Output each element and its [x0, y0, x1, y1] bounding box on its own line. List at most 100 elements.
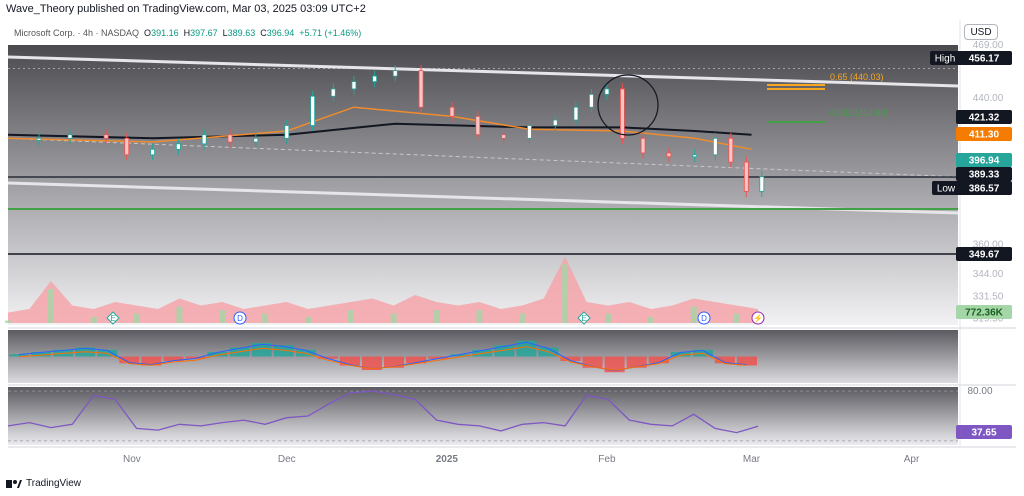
tradingview-brand: TradingView — [26, 478, 82, 489]
price-panel-bg — [8, 45, 958, 325]
candle-down — [620, 88, 625, 139]
tradingview-logo-icon — [6, 479, 22, 488]
low-price-label-box — [956, 181, 1012, 195]
chart-canvas[interactable]: 0.65 (440.03) 0.382 (417.89) E D E D ⚡ 469.00… — [0, 0, 1024, 496]
sma-line — [7, 122, 752, 140]
volume-bar-up — [347, 310, 354, 323]
rsi-line — [7, 390, 759, 434]
volume-area — [8, 256, 758, 323]
volume-bar-up — [433, 310, 440, 323]
volume-bar-up — [690, 306, 697, 323]
x-axis-label: Nov — [123, 454, 141, 465]
volume-value-label: 772.36K — [965, 308, 1004, 319]
circle-marker — [597, 74, 659, 136]
volume-bar-up — [262, 313, 269, 323]
price-axis-tick: 344.00 — [973, 269, 1004, 280]
candle-up — [310, 95, 316, 126]
event-marker-label: D — [701, 314, 707, 323]
currency-button[interactable]: USD — [964, 24, 998, 40]
volume-bar-up — [219, 310, 226, 323]
volume-bar-up — [133, 313, 140, 323]
macd-bar-up — [273, 345, 294, 357]
lightning-marker-icon — [751, 311, 765, 325]
candle-down — [227, 134, 233, 143]
macd-bar-up — [670, 352, 691, 357]
high-tag-box — [930, 51, 960, 65]
macd-panel-bg — [8, 330, 958, 383]
macd-bar-down — [406, 356, 427, 364]
candle-up — [67, 134, 73, 139]
volume-bar-up — [733, 313, 740, 323]
candle-up — [604, 88, 610, 95]
earnings-marker-icon — [106, 311, 120, 325]
price-axis-tick: 319.50 — [973, 314, 1004, 325]
candle-down — [640, 137, 646, 154]
close-value: 396.94 — [266, 28, 295, 38]
candle-up — [351, 81, 357, 90]
sma-price-label: 421.32 — [969, 113, 1000, 124]
candle-up — [589, 94, 594, 108]
macd-bar-up — [295, 349, 316, 357]
candle-down — [418, 70, 424, 108]
candle-up — [392, 70, 398, 77]
macd-bar-down — [604, 356, 625, 373]
candle-up — [330, 88, 336, 97]
level-389-label-box — [956, 167, 1012, 181]
low-tag-box — [932, 181, 960, 195]
high-tag: High — [935, 54, 956, 65]
earnings-marker-icon — [577, 311, 591, 325]
macd-bar-down — [384, 356, 405, 368]
rsi-panel-bg — [8, 387, 958, 445]
candle-up — [692, 154, 698, 158]
candle-down — [475, 115, 481, 136]
channel-lower-line — [7, 181, 959, 215]
macd-bar-up — [207, 352, 228, 357]
volume-bar-up — [647, 317, 654, 323]
x-axis-label: Mar — [743, 454, 761, 465]
high-price-label-box — [956, 51, 1012, 65]
volume-bar-up — [519, 313, 526, 323]
open-label: O — [144, 28, 152, 38]
macd-bar-up — [31, 352, 52, 357]
candle-up — [201, 134, 207, 145]
lightning-icon: ⚡ — [753, 313, 763, 323]
macd-bar-down — [648, 356, 669, 364]
macd-bar-down — [339, 356, 360, 366]
macd-bar-down — [582, 356, 603, 368]
macd-bar-down — [714, 356, 735, 364]
level-349-label-box — [956, 247, 1012, 261]
macd-bar-up — [97, 349, 118, 357]
publish-info: Wave_Theory published on TradingView.com… — [6, 3, 366, 15]
volume-bar-up — [476, 310, 483, 323]
open-value: 391.16 — [151, 28, 179, 38]
symbol-legend: Microsoft Corp. · 4h · NASDAQ O391.16 H3… — [14, 28, 361, 38]
event-marker-label: E — [110, 314, 115, 323]
macd-bar-up — [494, 345, 515, 357]
macd-bar-up — [472, 349, 493, 357]
volume-bar-up — [47, 289, 54, 323]
macd-bar-up — [75, 347, 96, 357]
x-axis-label: Feb — [598, 454, 616, 465]
dashed-trendline — [7, 137, 959, 178]
candle-up — [175, 143, 181, 150]
dividend-marker-icon — [697, 311, 711, 325]
macd-bar-down — [361, 356, 382, 370]
event-marker-label: E — [581, 314, 586, 323]
fib-0.382-label: 0.382 (417.89) — [830, 108, 889, 118]
macd-bar-up — [9, 354, 30, 357]
level-349-label: 349.67 — [969, 250, 1000, 261]
macd-bar-up — [450, 354, 471, 357]
candle-down — [124, 137, 130, 156]
tradingview-footer[interactable]: TradingView — [6, 478, 81, 489]
high-price-label: 456.17 — [969, 54, 1000, 65]
macd-bar-up — [516, 340, 537, 357]
candle-down — [449, 106, 455, 117]
volume-value-label-box — [956, 305, 1012, 319]
candle-down — [666, 152, 672, 158]
price-axis-tick: 331.50 — [973, 292, 1004, 303]
macd-bar-up — [251, 343, 272, 357]
low-price-label: 386.57 — [969, 184, 1000, 195]
last-price-label-box — [956, 153, 1012, 167]
macd-bar-down — [560, 356, 581, 361]
macd-bar-down — [163, 356, 184, 361]
